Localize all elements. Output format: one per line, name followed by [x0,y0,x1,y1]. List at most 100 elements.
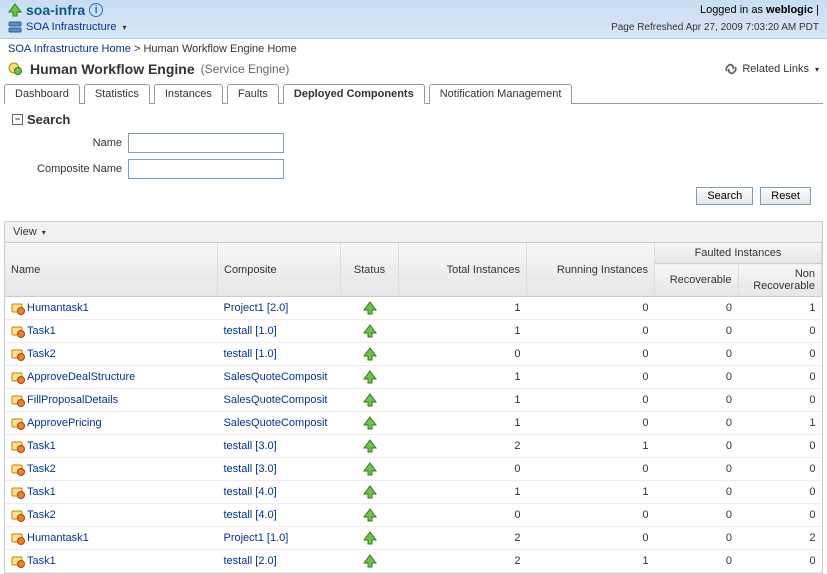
composite-link[interactable]: SalesQuoteComposit [224,417,328,429]
running-instances-cell: 0 [527,343,655,366]
task-icon [11,485,25,499]
task-icon [11,301,25,315]
search-button[interactable]: Search [696,187,753,205]
task-icon [11,554,25,568]
info-icon[interactable]: i [89,3,103,17]
status-up-icon [363,325,377,337]
tab-notification-management[interactable]: Notification Management [429,84,573,104]
component-name-link[interactable]: Task2 [27,348,56,360]
tab-dashboard[interactable]: Dashboard [4,84,80,104]
component-name-link[interactable]: Task1 [27,486,56,498]
composite-link[interactable]: testall [1.0] [224,325,277,337]
composite-link[interactable]: Project1 [1.0] [224,532,289,544]
table-row[interactable]: Humantask1Project1 [2.0]1001 [5,297,822,320]
total-instances-cell: 1 [399,366,527,389]
composite-link[interactable]: testall [3.0] [224,463,277,475]
col-recoverable[interactable]: Recoverable [655,264,739,297]
status-up-icon [363,348,377,360]
col-composite[interactable]: Composite [218,243,341,297]
non-recoverable-cell: 1 [738,297,822,320]
component-name-link[interactable]: Humantask1 [27,532,89,544]
col-total-instances[interactable]: Total Instances [399,243,527,297]
link-icon [724,62,738,76]
table-row[interactable]: Humantask1Project1 [1.0]2002 [5,527,822,550]
running-instances-cell: 0 [527,320,655,343]
col-name[interactable]: Name [5,243,218,297]
task-icon [11,416,25,430]
total-instances-cell: 1 [399,481,527,504]
reset-button[interactable]: Reset [760,187,811,205]
table-row[interactable]: ApprovePricingSalesQuoteComposit1001 [5,412,822,435]
component-name-link[interactable]: ApprovePricing [27,417,102,429]
task-icon [11,393,25,407]
status-up-icon [363,394,377,406]
collapse-icon[interactable]: − [12,114,23,125]
table-row[interactable]: Task2testall [1.0]0000 [5,343,822,366]
chevron-down-icon: ▾ [122,23,126,32]
total-instances-cell: 0 [399,458,527,481]
page-refreshed-text: Page Refreshed Apr 27, 2009 7:03:20 AM P… [611,22,819,33]
breadcrumb-sep: > [131,43,144,55]
status-up-icon [363,302,377,314]
servers-icon [8,20,22,34]
table-row[interactable]: Task1testall [1.0]1000 [5,320,822,343]
recoverable-cell: 0 [655,320,739,343]
recoverable-cell: 0 [655,527,739,550]
view-menu[interactable]: View ▾ [13,226,46,238]
composite-link[interactable]: testall [4.0] [224,509,277,521]
composite-link[interactable]: SalesQuoteComposit [224,371,328,383]
recoverable-cell: 0 [655,343,739,366]
composite-link[interactable]: testall [3.0] [224,440,277,452]
composite-link[interactable]: Project1 [2.0] [224,302,289,314]
component-name-link[interactable]: Task2 [27,509,56,521]
non-recoverable-cell: 2 [738,527,822,550]
running-instances-cell: 0 [527,412,655,435]
tab-statistics[interactable]: Statistics [84,84,150,104]
col-non-recoverable[interactable]: Non Recoverable [738,264,822,297]
component-name-link[interactable]: Task1 [27,440,56,452]
task-icon [11,370,25,384]
breadcrumb-home[interactable]: SOA Infrastructure Home [8,43,131,55]
related-links-menu[interactable]: Related Links ▾ [724,62,819,76]
soa-infra-title[interactable]: soa-infra [26,2,85,18]
table-row[interactable]: Task1testall [3.0]2100 [5,435,822,458]
task-icon [11,347,25,361]
col-running-instances[interactable]: Running Instances [527,243,655,297]
composite-link[interactable]: SalesQuoteComposit [224,394,328,406]
table-row[interactable]: Task2testall [4.0]0000 [5,504,822,527]
table-row[interactable]: Task2testall [3.0]0000 [5,458,822,481]
tab-deployed-components[interactable]: Deployed Components [283,84,425,104]
soa-infrastructure-menu[interactable]: SOA Infrastructure [26,21,116,33]
table-row[interactable]: Task1testall [2.0]2100 [5,550,822,573]
col-status[interactable]: Status [341,243,399,297]
login-user: weblogic [766,4,813,16]
task-icon [11,531,25,545]
tabs: Dashboard Statistics Instances Faults De… [4,83,823,104]
composite-link[interactable]: testall [1.0] [224,348,277,360]
name-input[interactable] [128,133,284,153]
component-name-link[interactable]: Task1 [27,325,56,337]
status-up-icon [363,532,377,544]
component-name-link[interactable]: FillProposalDetails [27,394,118,406]
status-up-icon [363,371,377,383]
total-instances-cell: 2 [399,527,527,550]
table-row[interactable]: Task1testall [4.0]1100 [5,481,822,504]
table-row[interactable]: ApproveDealStructureSalesQuoteComposit10… [5,366,822,389]
tab-faults[interactable]: Faults [227,84,279,104]
total-instances-cell: 2 [399,435,527,458]
page-subtitle: (Service Engine) [201,62,290,76]
recoverable-cell: 0 [655,458,739,481]
composite-name-input[interactable] [128,159,284,179]
composite-link[interactable]: testall [2.0] [224,555,277,567]
composite-link[interactable]: testall [4.0] [224,486,277,498]
table-row[interactable]: FillProposalDetailsSalesQuoteComposit100… [5,389,822,412]
component-name-link[interactable]: Task2 [27,463,56,475]
farm-up-icon [8,3,22,17]
recoverable-cell: 0 [655,389,739,412]
component-name-link[interactable]: Task1 [27,555,56,567]
running-instances-cell: 0 [527,458,655,481]
component-name-link[interactable]: ApproveDealStructure [27,371,135,383]
composite-name-label: Composite Name [12,163,128,175]
component-name-link[interactable]: Humantask1 [27,302,89,314]
tab-instances[interactable]: Instances [154,84,223,104]
